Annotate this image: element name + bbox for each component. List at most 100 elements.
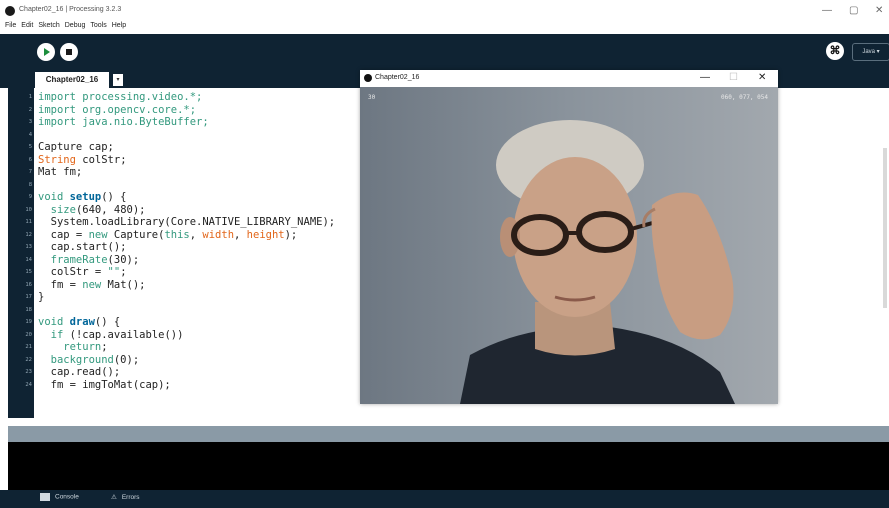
code-line[interactable]: fm = new Mat();	[38, 279, 146, 291]
code-token: ,	[189, 228, 203, 241]
play-icon	[44, 48, 50, 56]
menu-sketch[interactable]: Sketch	[38, 22, 59, 29]
sketch-restore-button[interactable]: ☐	[729, 72, 738, 83]
code-token: new	[88, 228, 108, 241]
code-token: ;	[101, 341, 108, 353]
processing-app-icon	[364, 74, 372, 82]
code-token: void	[38, 316, 70, 328]
code-line[interactable]: import org.opencv.core.*;	[38, 104, 196, 116]
menu-file[interactable]: File	[5, 22, 16, 29]
code-line[interactable]: import processing.video.*;	[38, 91, 202, 103]
code-token: System.loadLibrary(Core.NATIVE_LIBRARY_N…	[38, 216, 336, 228]
run-button[interactable]	[37, 43, 55, 61]
code-token: if	[38, 328, 64, 341]
code-line[interactable]: return;	[38, 341, 108, 353]
console-tab-bar: Console ⚠ Errors	[0, 490, 889, 508]
code-token: return	[38, 341, 102, 353]
minimize-button[interactable]: —	[822, 5, 832, 16]
warning-icon: ⚠	[111, 494, 117, 501]
code-line[interactable]: System.loadLibrary(Core.NATIVE_LIBRARY_N…	[38, 216, 335, 228]
code-token: () {	[94, 316, 121, 328]
code-token: ,	[234, 228, 247, 241]
code-line[interactable]: size(640, 480);	[38, 203, 146, 216]
debugger-button[interactable]: ⌘	[826, 42, 844, 60]
code-line[interactable]: }	[38, 291, 44, 303]
code-line[interactable]: cap = new Capture(this, width, height);	[38, 228, 298, 241]
code-line[interactable]: colStr = "";	[38, 266, 127, 278]
tab-chapter02-16[interactable]: Chapter02_16	[35, 72, 109, 88]
line-number: 22	[25, 356, 32, 363]
scrollbar-thumb[interactable]	[883, 148, 887, 308]
code-line[interactable]: void setup() {	[38, 191, 127, 203]
stop-button[interactable]	[60, 43, 78, 61]
code-token: width	[202, 228, 235, 241]
code-token: height	[246, 228, 285, 241]
code-line[interactable]: import java.nio.ByteBuffer;	[38, 116, 209, 128]
restore-button[interactable]: ▢	[849, 5, 858, 16]
code-line[interactable]: Mat fm;	[38, 166, 82, 178]
code-token: void	[38, 191, 70, 203]
code-token: Mat fm;	[38, 166, 83, 178]
line-number: 19	[25, 319, 32, 325]
vertical-scrollbar[interactable]	[881, 88, 889, 418]
code-token: ""	[107, 266, 121, 278]
line-number: 8	[28, 181, 32, 188]
sketch-close-button[interactable]: ✕	[758, 72, 766, 83]
errors-tab-label: Errors	[121, 494, 140, 501]
mode-selector[interactable]: Java ▾	[852, 43, 889, 61]
code-line[interactable]: fm = imgToMat(cap);	[38, 379, 171, 391]
code-line[interactable]: Capture cap;	[38, 141, 114, 153]
line-number: 4	[28, 131, 32, 138]
rgb-readout: 060, 077, 054	[721, 94, 768, 101]
sketch-titlebar: Chapter02_16 — ☐ ✕	[360, 70, 778, 87]
menu-help[interactable]: Help	[112, 22, 126, 29]
code-token: cap.start();	[38, 241, 127, 253]
console-tab[interactable]: Console	[40, 493, 79, 501]
line-number: 10	[25, 206, 32, 213]
menu-tools[interactable]: Tools	[90, 22, 106, 29]
code-line[interactable]: void draw() {	[38, 316, 120, 328]
code-line[interactable]: frameRate(30);	[38, 253, 140, 266]
sketch-window[interactable]: Chapter02_16 — ☐ ✕ 30 060, 077, 054	[360, 70, 778, 404]
line-number: 17	[25, 294, 32, 300]
console-output	[8, 442, 889, 490]
code-token: frameRate	[38, 253, 108, 266]
code-token: draw	[69, 316, 95, 328]
tab-menu-button[interactable]: ▾	[113, 74, 123, 86]
code-line[interactable]: String colStr;	[38, 154, 127, 166]
console-tab-label: Console	[55, 493, 79, 501]
errors-tab[interactable]: ⚠ Errors	[111, 493, 140, 501]
menu-debug[interactable]: Debug	[65, 22, 86, 29]
code-token: (640, 480);	[75, 203, 146, 216]
code-token: import java.nio.ByteBuffer;	[38, 116, 209, 128]
code-token: setup	[69, 191, 102, 203]
code-line[interactable]: background(0);	[38, 353, 140, 366]
close-button[interactable]: ✕	[875, 5, 883, 16]
code-token: Capture cap;	[38, 141, 114, 153]
menu-edit[interactable]: Edit	[21, 22, 33, 29]
code-token: (!cap.available())	[63, 328, 184, 341]
code-token: new	[82, 278, 102, 291]
horizontal-scrollbar[interactable]	[0, 418, 889, 426]
code-token: (0);	[113, 353, 140, 366]
code-token: import org.opencv.core.*;	[38, 103, 197, 116]
code-token: background	[38, 353, 114, 366]
code-token: Mat();	[101, 278, 146, 291]
code-line[interactable]: cap.read();	[38, 366, 121, 378]
code-line[interactable]: cap.start();	[38, 241, 127, 253]
code-token: colStr;	[75, 153, 127, 166]
code-token: String	[38, 153, 76, 166]
code-token: cap =	[38, 228, 89, 241]
line-number: 6	[28, 156, 32, 163]
line-number: 21	[25, 344, 32, 350]
code-line[interactable]: if (!cap.available())	[38, 328, 184, 341]
line-number: 5	[28, 144, 32, 150]
code-token: ;	[120, 266, 127, 278]
code-token: (30);	[107, 253, 140, 266]
line-number: 13	[25, 244, 32, 250]
window-titlebar: Chapter02_16 | Processing 3.2.3 — ▢ ✕	[0, 0, 889, 21]
sketch-minimize-button[interactable]: —	[700, 72, 710, 83]
code-token: cap.read();	[38, 366, 121, 378]
code-token: Capture(	[107, 228, 165, 241]
webcam-image	[360, 87, 778, 404]
